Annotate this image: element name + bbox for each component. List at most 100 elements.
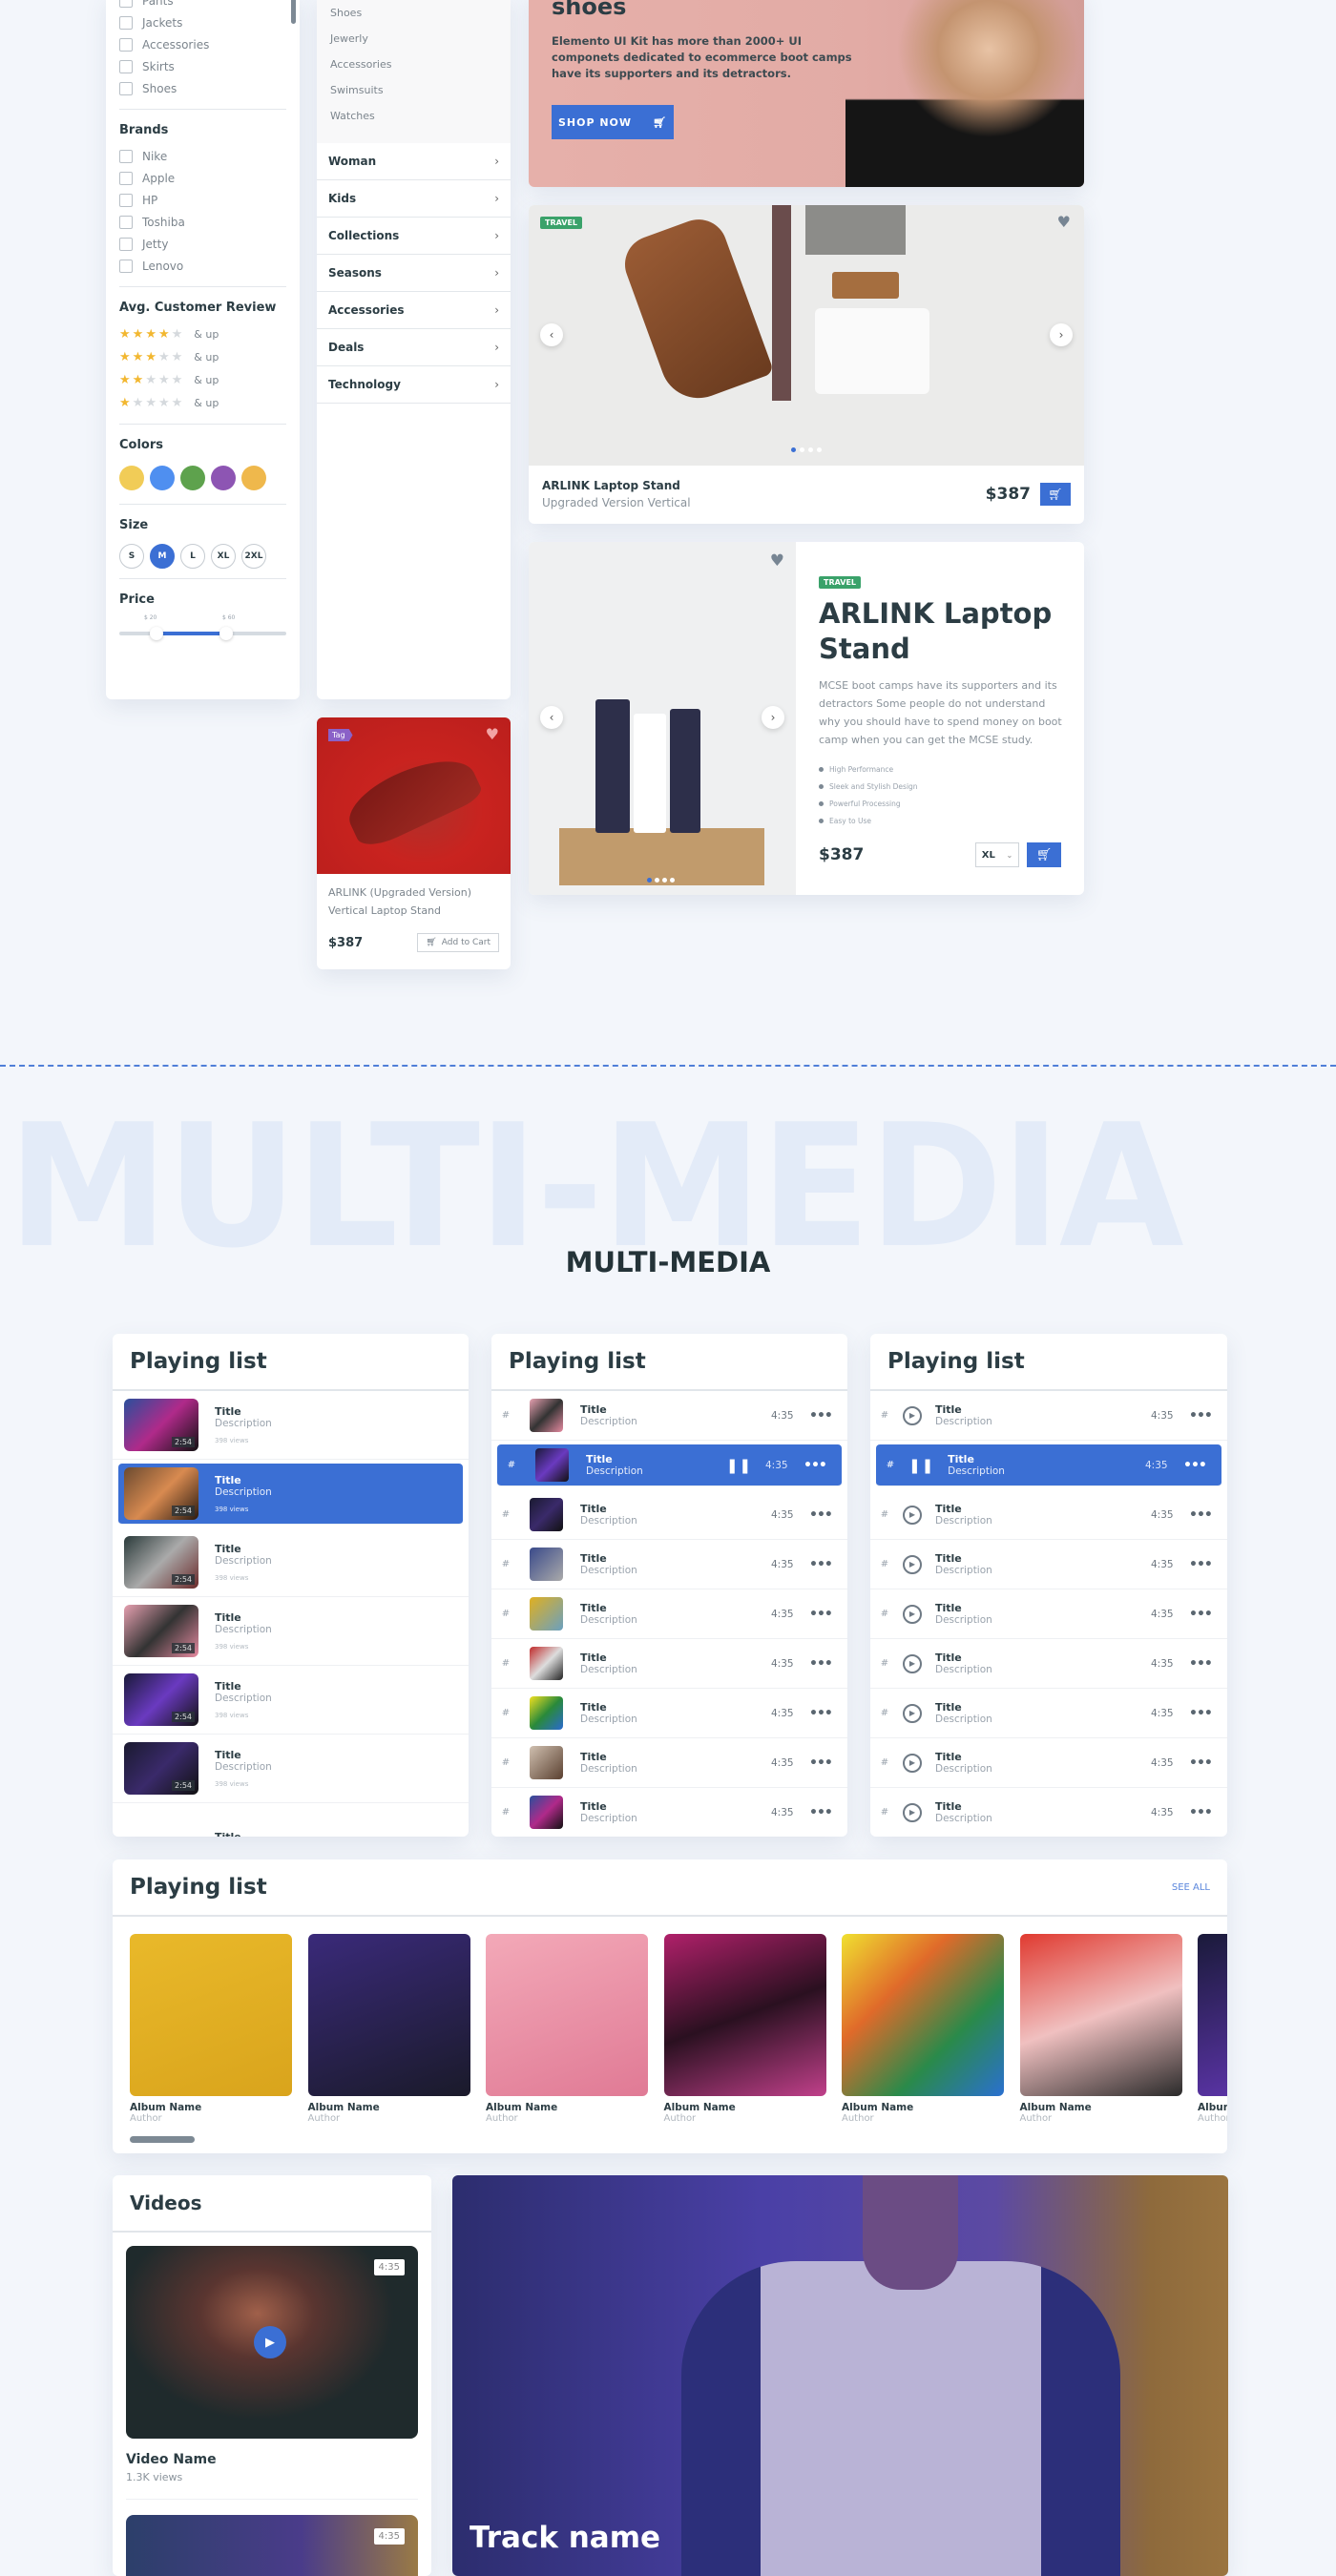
size-option[interactable]: XL	[211, 544, 236, 569]
track-card[interactable]: Track name	[452, 2175, 1228, 2576]
album-item[interactable]: Album NameAuthor	[486, 1934, 648, 2124]
size-select[interactable]: XL ⌄	[975, 842, 1019, 867]
playlist-item[interactable]: 2:54 Title Description 398 views	[113, 1528, 469, 1597]
brand-filter-item[interactable]: Apple	[119, 167, 286, 189]
more-options-icon[interactable]: •••	[1189, 1507, 1227, 1523]
color-swatch[interactable]	[180, 466, 205, 490]
album-item[interactable]: Album NameAuthor	[1198, 1934, 1227, 2124]
heart-icon[interactable]: ♥	[486, 725, 499, 743]
more-options-icon[interactable]: •••	[809, 1805, 847, 1820]
play-icon[interactable]: ▶	[903, 1604, 922, 1624]
more-options-icon[interactable]: •••	[809, 1408, 847, 1423]
more-options-icon[interactable]: •••	[1189, 1805, 1227, 1820]
menu-item[interactable]: Seasons ›	[317, 255, 511, 292]
playlist-item[interactable]: Title	[113, 1803, 469, 1837]
video-thumbnail[interactable]: 4:35 ▶	[126, 2246, 418, 2439]
carousel-prev-button[interactable]: ‹	[540, 706, 563, 729]
add-to-cart-button[interactable]: 🛒︎	[1027, 842, 1061, 867]
checkbox[interactable]	[119, 15, 133, 30]
more-options-icon[interactable]: •••	[1189, 1607, 1227, 1622]
size-option[interactable]: M	[150, 544, 175, 569]
more-options-icon[interactable]: •••	[804, 1458, 842, 1473]
playlist-track[interactable]: # ▶ Title Description 4:35 •••	[870, 1639, 1227, 1689]
filter-scrollbar[interactable]	[291, 0, 296, 24]
playlist-track[interactable]: # Title Description 4:35 •••	[491, 1738, 847, 1788]
brand-filter-item[interactable]: Lenovo	[119, 255, 286, 277]
menu-item[interactable]: Technology ›	[317, 366, 511, 404]
playlist-item[interactable]: 2:54 Title Description 398 views	[113, 1597, 469, 1666]
album-item[interactable]: Album NameAuthor	[842, 1934, 1004, 2124]
checkbox[interactable]	[119, 215, 133, 229]
playlist-track[interactable]: # ▶ Title Description 4:35 •••	[870, 1540, 1227, 1589]
rating-filter-item[interactable]: ★ ★ ★ ★ ★ & up	[119, 322, 286, 345]
carousel-dots[interactable]	[791, 447, 822, 452]
color-swatch[interactable]	[150, 466, 175, 490]
checkbox[interactable]	[119, 37, 133, 52]
size-option[interactable]: 2XL	[241, 544, 266, 569]
checkbox[interactable]	[119, 237, 133, 251]
menu-item[interactable]: Collections ›	[317, 218, 511, 255]
sneaker-product-card[interactable]: Tag ♥ ARLINK (Upgraded Version) Vertical…	[317, 717, 511, 969]
color-swatch[interactable]	[211, 466, 236, 490]
playlist-track[interactable]: # ▶ Title Description 4:35 •••	[870, 1738, 1227, 1788]
rating-filter-item[interactable]: ★ ★ ★ ★ ★ & up	[119, 345, 286, 368]
more-options-icon[interactable]: •••	[1189, 1755, 1227, 1771]
album-item[interactable]: Album NameAuthor	[130, 1934, 292, 2124]
playlist-track[interactable]: # Title Description 4:35 •••	[491, 1490, 847, 1540]
playlist-track[interactable]: # Title Description ❚❚ 4:35 •••	[497, 1444, 842, 1486]
checkbox[interactable]	[119, 81, 133, 95]
playlist-track[interactable]: # Title Description 4:35 •••	[491, 1540, 847, 1589]
play-icon[interactable]: ▶	[903, 1405, 922, 1425]
more-options-icon[interactable]: •••	[809, 1706, 847, 1721]
checkbox[interactable]	[119, 59, 133, 73]
carousel-dots[interactable]	[647, 878, 675, 883]
heart-icon[interactable]: ♥	[1057, 213, 1071, 231]
play-icon[interactable]: ▶	[903, 1802, 922, 1822]
pause-icon[interactable]: ❚❚	[726, 1457, 752, 1474]
menu-item[interactable]: Deals ›	[317, 329, 511, 366]
color-swatch[interactable]	[241, 466, 266, 490]
video-thumbnail[interactable]: 4:35	[126, 2515, 418, 2576]
playlist-item[interactable]: 2:54 Title Description 398 views	[113, 1735, 469, 1803]
brand-filter-item[interactable]: Toshiba	[119, 211, 286, 233]
travel-product-card[interactable]: TRAVEL ♥ ‹ › ARLINK Laptop Stand Upgraded…	[529, 205, 1084, 524]
price-max-handle[interactable]	[219, 627, 233, 640]
see-all-link[interactable]: SEE ALL	[1172, 1882, 1210, 1893]
shop-now-button[interactable]: SHOP NOW 🛒︎	[552, 105, 674, 139]
playlist-item[interactable]: 2:54 Title Description 398 views	[113, 1666, 469, 1735]
add-to-cart-button[interactable]: 🛒︎	[1040, 483, 1071, 506]
checkbox[interactable]	[119, 0, 133, 8]
submenu-item[interactable]: Jewerly	[317, 26, 511, 52]
play-icon[interactable]: ▶	[903, 1703, 922, 1723]
playlist-track[interactable]: # Title Description 4:35 •••	[491, 1689, 847, 1738]
brand-filter-item[interactable]: HP	[119, 189, 286, 211]
playlist-track[interactable]: # Title Description 4:35 •••	[491, 1391, 847, 1441]
category-filter-item[interactable]: Shoes	[119, 77, 286, 99]
playlist-track[interactable]: # Title Description 4:35 •••	[491, 1639, 847, 1689]
carousel-next-button[interactable]: ›	[762, 706, 784, 729]
category-filter-item[interactable]: Accessories	[119, 33, 286, 55]
price-min-handle[interactable]	[150, 627, 163, 640]
more-options-icon[interactable]: •••	[809, 1656, 847, 1672]
menu-item[interactable]: Woman ›	[317, 143, 511, 180]
more-options-icon[interactable]: •••	[809, 1755, 847, 1771]
playlist-track[interactable]: # Title Description 4:35 •••	[491, 1589, 847, 1639]
playlist-track[interactable]: # ▶ Title Description 4:35 •••	[870, 1391, 1227, 1441]
brand-filter-item[interactable]: Nike	[119, 145, 286, 167]
checkbox[interactable]	[119, 149, 133, 163]
playlist-track[interactable]: # ❚❚ Title Description 4:35 •••	[876, 1444, 1221, 1486]
playlist-item[interactable]: 2:54 Title Description 398 views	[118, 1464, 463, 1525]
playlist-track[interactable]: # Title Description 4:35 •••	[491, 1788, 847, 1837]
horizontal-scrollbar[interactable]	[130, 2136, 195, 2143]
color-swatch[interactable]	[119, 466, 144, 490]
more-options-icon[interactable]: •••	[1189, 1408, 1227, 1423]
play-icon[interactable]: ▶	[903, 1554, 922, 1574]
carousel-next-button[interactable]: ›	[1050, 323, 1073, 346]
album-item[interactable]: Album NameAuthor	[1019, 1934, 1182, 2124]
carousel-prev-button[interactable]: ‹	[540, 323, 563, 346]
more-options-icon[interactable]: •••	[1189, 1656, 1227, 1672]
submenu-item[interactable]: Accessories	[317, 52, 511, 77]
playlist-item[interactable]: 2:54 Title Description 398 views	[113, 1391, 469, 1460]
playlist-track[interactable]: # ▶ Title Description 4:35 •••	[870, 1689, 1227, 1738]
menu-item[interactable]: Kids ›	[317, 180, 511, 218]
